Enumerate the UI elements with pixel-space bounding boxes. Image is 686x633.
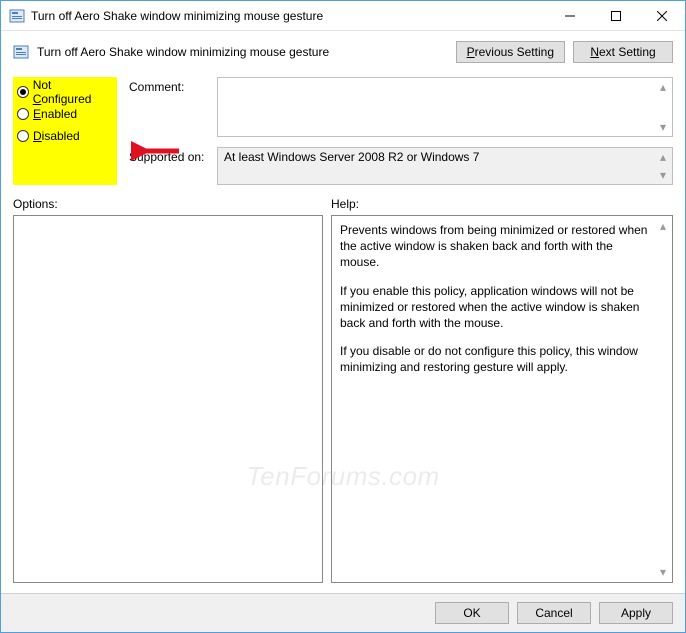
supported-label: Supported on: (129, 147, 209, 185)
help-box: Prevents windows from being minimized or… (331, 215, 673, 583)
lower-panels: Options: Help: Prevents windows from bei… (13, 197, 673, 583)
scrollbar[interactable]: ▴▾ (656, 80, 670, 134)
config-row: Not Configured Enabled Disabled Comment: (13, 77, 673, 185)
policy-icon (13, 44, 29, 60)
close-button[interactable] (639, 1, 685, 30)
radio-dot-icon (17, 130, 29, 142)
dialog-body: Turn off Aero Shake window minimizing mo… (1, 31, 685, 593)
window-controls (547, 1, 685, 30)
apply-button[interactable]: Apply (599, 602, 673, 624)
radio-enabled[interactable]: Enabled (17, 103, 111, 125)
titlebar[interactable]: Turn off Aero Shake window minimizing mo… (1, 1, 685, 31)
window-title: Turn off Aero Shake window minimizing mo… (31, 9, 547, 23)
cancel-button[interactable]: Cancel (517, 602, 591, 624)
help-paragraph: If you disable or do not configure this … (340, 343, 654, 375)
minimize-button[interactable] (547, 1, 593, 30)
radio-not-configured[interactable]: Not Configured (17, 81, 111, 103)
maximize-button[interactable] (593, 1, 639, 30)
state-radio-group: Not Configured Enabled Disabled (13, 77, 117, 185)
help-paragraph: If you enable this policy, application w… (340, 283, 654, 332)
ok-button[interactable]: OK (435, 602, 509, 624)
scrollbar[interactable]: ▴▾ (656, 218, 670, 580)
policy-header: Turn off Aero Shake window minimizing mo… (13, 41, 673, 63)
supported-on-box: At least Windows Server 2008 R2 or Windo… (217, 147, 673, 185)
next-setting-button[interactable]: Next Setting (573, 41, 673, 63)
options-box (13, 215, 323, 583)
gpedit-icon (9, 8, 25, 24)
dialog-footer: OK Cancel Apply (1, 593, 685, 632)
previous-setting-button[interactable]: Previous Setting (456, 41, 565, 63)
policy-title: Turn off Aero Shake window minimizing mo… (37, 45, 456, 59)
info-column: Comment: ▴▾ Supported on: At least Windo… (129, 77, 673, 185)
options-label: Options: (13, 197, 323, 211)
policy-dialog: Turn off Aero Shake window minimizing mo… (0, 0, 686, 633)
radio-dot-icon (17, 108, 29, 120)
radio-dot-icon (17, 86, 29, 98)
help-paragraph: Prevents windows from being minimized or… (340, 222, 654, 271)
comment-textarea[interactable]: ▴▾ (217, 77, 673, 137)
help-label: Help: (331, 197, 673, 211)
comment-label: Comment: (129, 77, 209, 137)
scrollbar[interactable]: ▴▾ (656, 150, 670, 182)
radio-disabled[interactable]: Disabled (17, 125, 111, 147)
